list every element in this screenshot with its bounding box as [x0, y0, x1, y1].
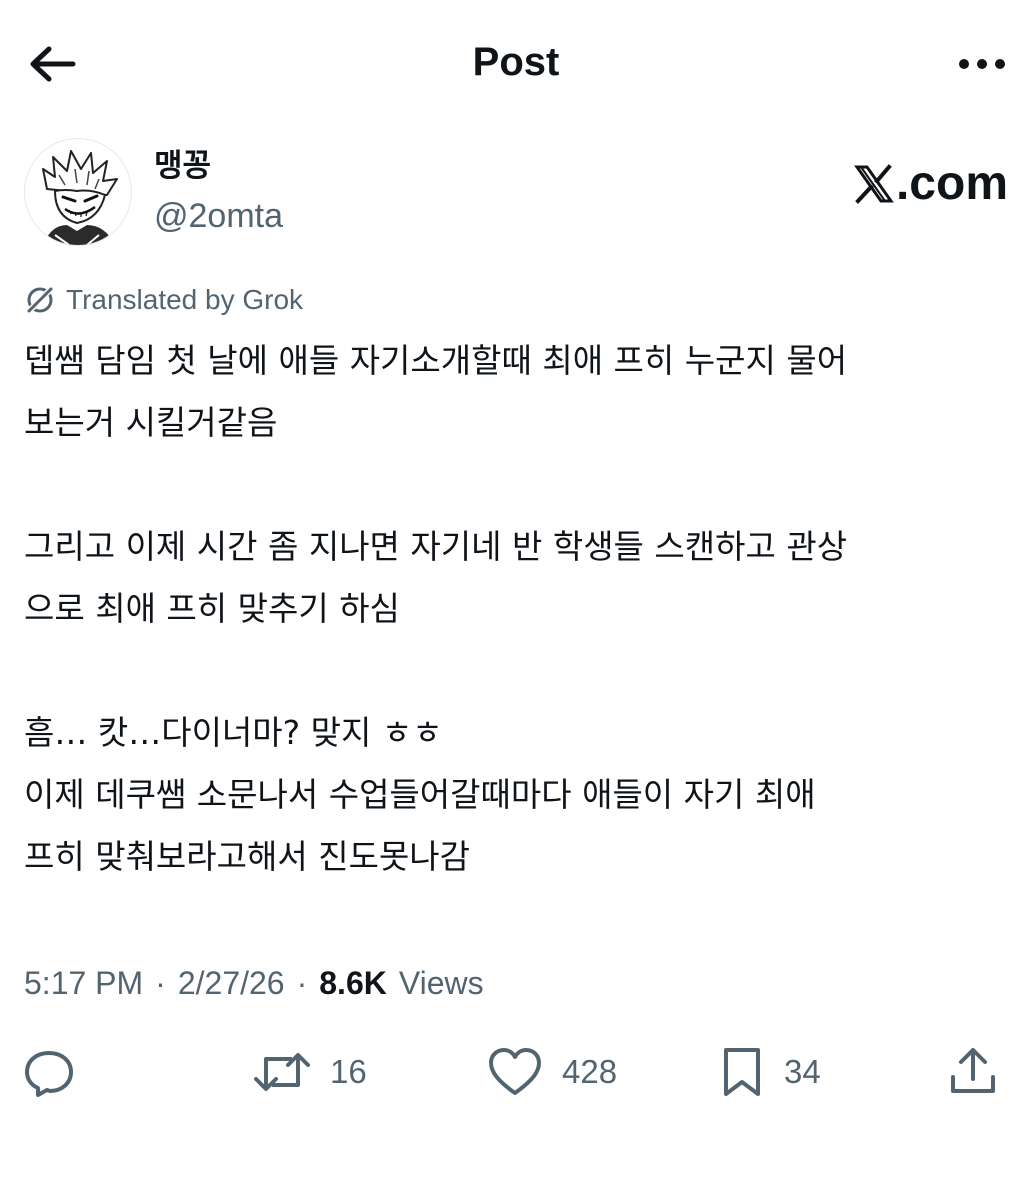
post-line: 그리고 이제 시간 좀 지나면 자기네 반 학생들 스캔하고 관상 — [24, 527, 848, 566]
post-time[interactable]: 5:17 PM — [24, 965, 143, 1002]
post-line-break — [24, 454, 1014, 516]
top-bar: Post — [0, 0, 1032, 124]
more-horizontal-icon — [959, 59, 1005, 69]
reply-icon — [25, 1051, 73, 1097]
author-display-name[interactable]: 맹꽁 — [154, 146, 211, 186]
avatar[interactable] — [24, 138, 132, 246]
repost-icon — [254, 1053, 310, 1091]
avatar-illustration — [25, 139, 131, 245]
repost-button[interactable]: 16 — [252, 1040, 367, 1104]
translated-label: Translated by Grok — [66, 284, 304, 315]
repost-count: 16 — [330, 1053, 367, 1090]
author-row: 맹꽁 @2omta .com — [24, 138, 1008, 248]
reply-button[interactable] — [22, 1040, 94, 1104]
arrow-left-icon — [30, 46, 76, 82]
share-button[interactable] — [946, 1040, 1018, 1104]
post-line: 프히 맞춰보라고해서 진도못나감 — [24, 837, 471, 876]
x-com-watermark: .com — [854, 152, 1008, 216]
bookmark-icon — [724, 1048, 760, 1096]
post-line: 흠… 캇…다이너마? 맞지 ㅎㅎ — [24, 713, 443, 752]
post-line: 이제 데쿠쌤 소문나서 수업들어갈때마다 애들이 자기 최애 — [24, 775, 816, 814]
meta-separator: · — [155, 964, 166, 1001]
page-title: Post — [472, 40, 560, 84]
grok-icon — [25, 285, 55, 315]
post-line-break — [24, 640, 1014, 702]
views-count[interactable]: 8.6K — [319, 965, 387, 1002]
views-label[interactable]: Views — [399, 965, 484, 1002]
post-line: 보는거 시킬거같음 — [24, 403, 278, 442]
like-count: 428 — [562, 1053, 618, 1090]
author-handle[interactable]: @2omta — [154, 194, 283, 238]
action-bar: 16 428 34 — [0, 1040, 1032, 1104]
like-button[interactable]: 428 — [486, 1040, 617, 1104]
heart-icon — [489, 1048, 541, 1095]
bookmark-button[interactable]: 34 — [718, 1040, 821, 1104]
post-line: 뎁쌤 담임 첫 날에 애들 자기소개할때 최애 프히 누군지 물어 — [24, 341, 848, 380]
post-text: 뎁쌤 담임 첫 날에 애들 자기소개할때 최애 프히 누군지 물어 보는거 시킬… — [24, 330, 1014, 888]
meta-separator: · — [296, 964, 308, 1001]
bookmark-count: 34 — [784, 1053, 821, 1090]
translated-by-grok[interactable]: Translated by Grok — [24, 280, 303, 320]
x-com-text: .com — [895, 157, 1008, 210]
share-icon — [951, 1048, 995, 1093]
back-button[interactable] — [22, 34, 82, 94]
x-logo-icon — [854, 164, 894, 204]
post-line: 으로 최애 프히 맞추기 하심 — [24, 589, 400, 628]
post-metadata: 5:17 PM · 2/27/26 · 8.6K Views — [24, 960, 484, 1006]
post-date[interactable]: 2/27/26 — [178, 965, 285, 1002]
more-options-button[interactable] — [952, 34, 1012, 94]
